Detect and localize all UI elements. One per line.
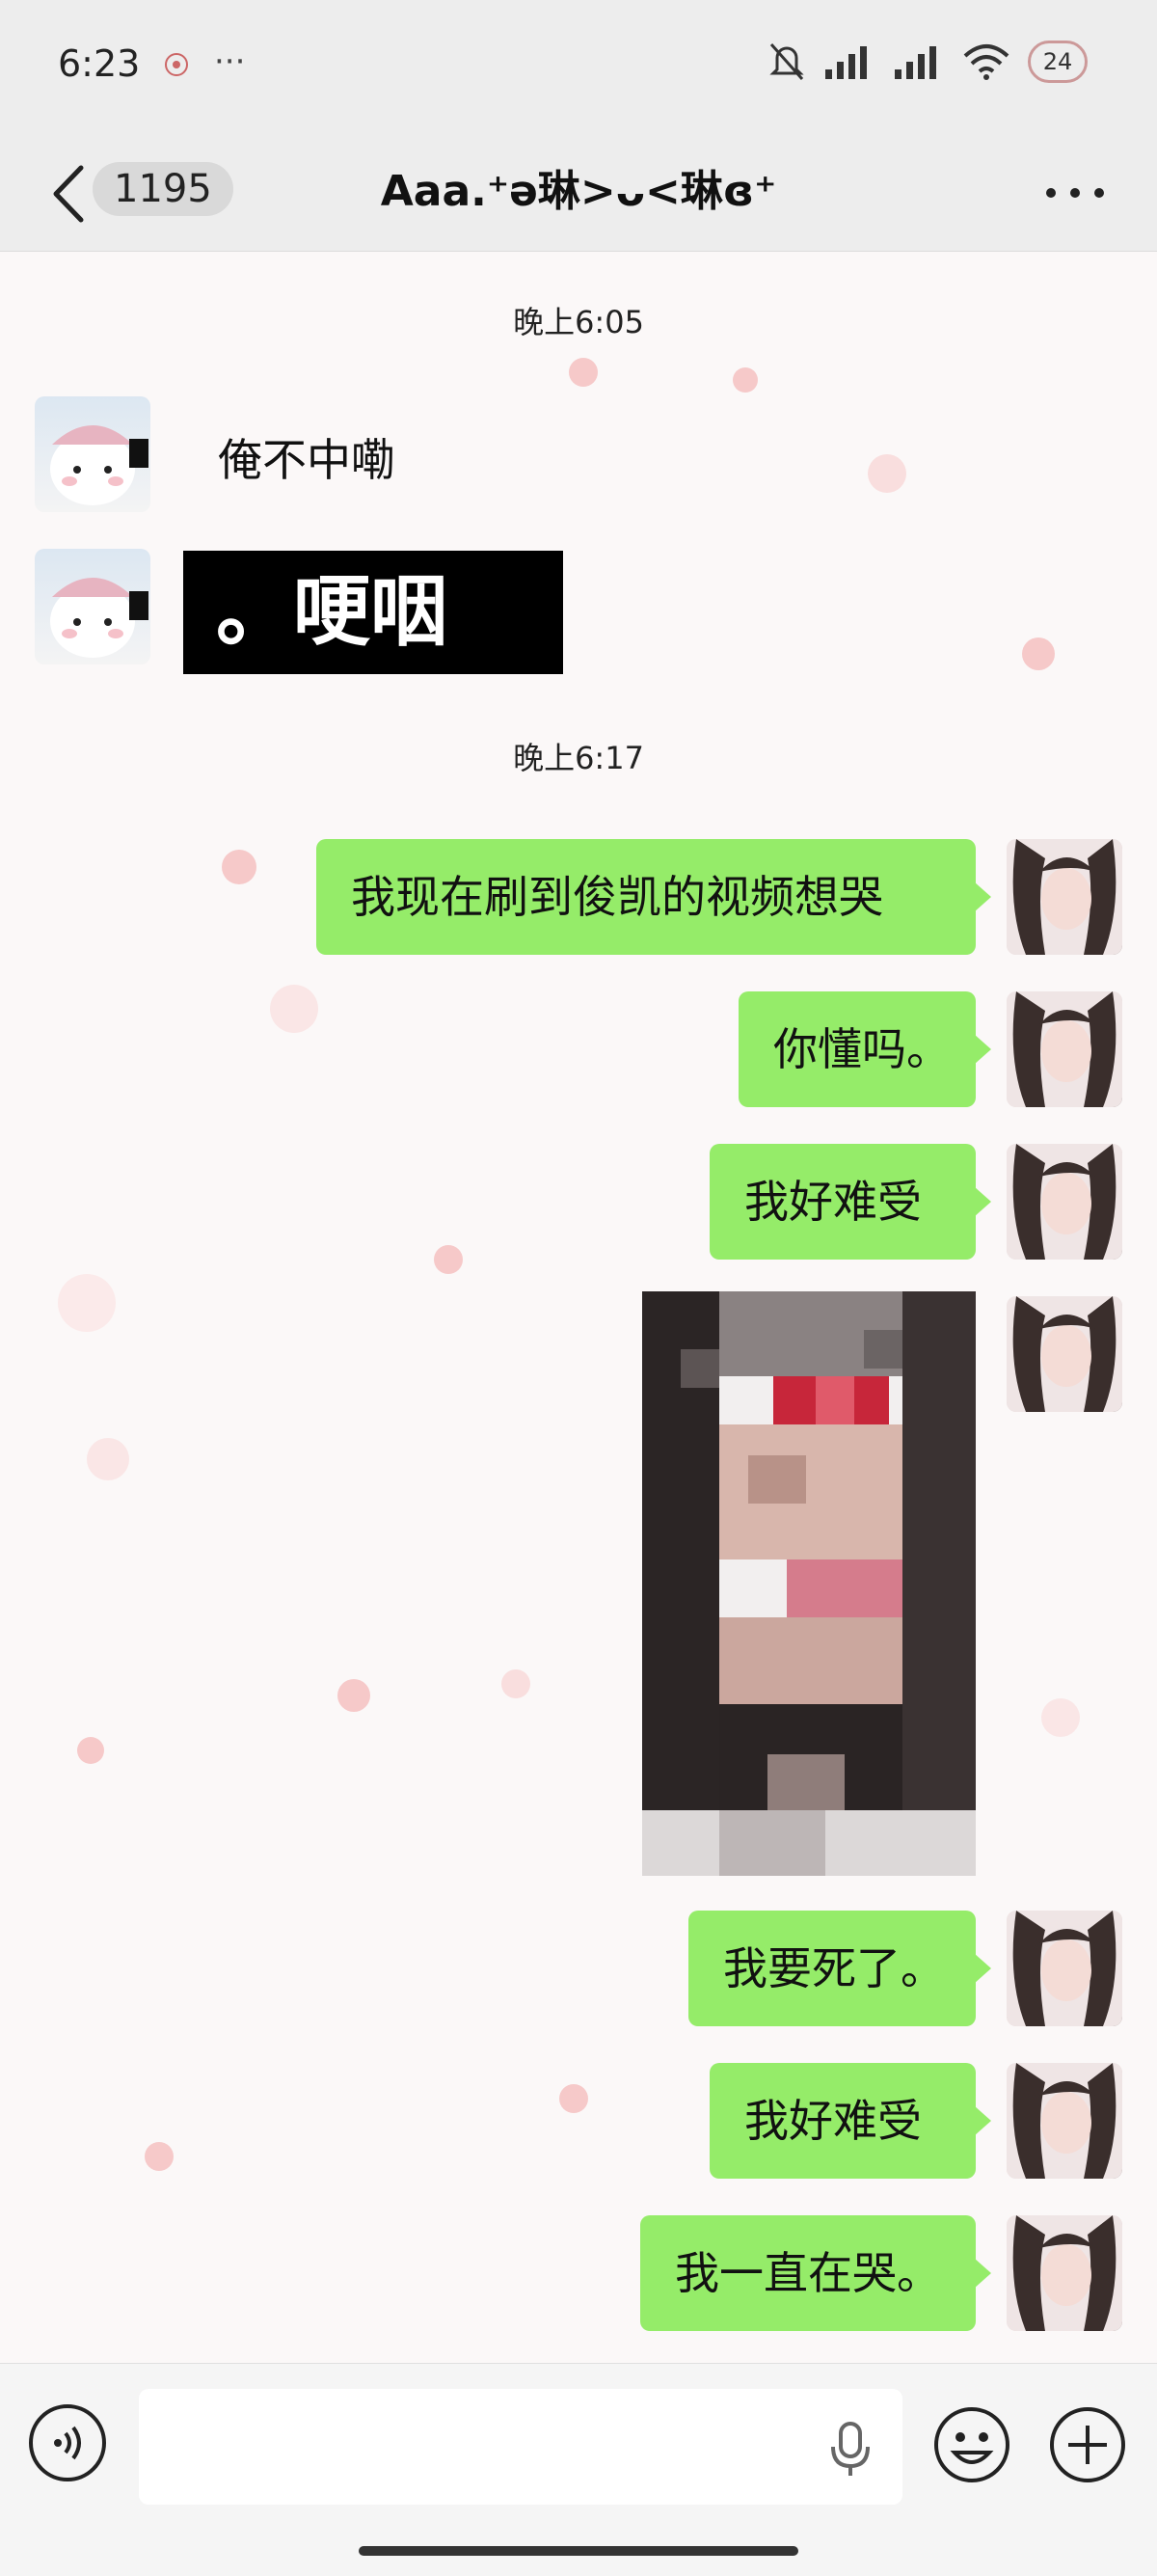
voice-icon[interactable] [29,2404,106,2481]
wallpaper-dot [868,454,906,493]
back-chevron-icon[interactable] [42,160,100,228]
user-avatar[interactable] [1007,991,1122,1107]
wallpaper-dot [77,1737,104,1764]
message-timestamp: 晚上6:17 [513,740,644,776]
wallpaper-dot [270,985,318,1033]
wallpaper-dot [569,358,598,387]
sent-message[interactable]: 我好难受 [710,2063,991,2179]
battery-indicator: 24 [1028,41,1088,83]
more-options-icon[interactable] [1041,174,1109,212]
signal-icon-2 [895,46,936,79]
wallpaper-dot [559,2084,588,2113]
message-timestamp: 晚上6:05 [513,304,644,340]
message-text[interactable]: 俺不中嘞 [218,425,395,489]
user-avatar[interactable] [1007,1911,1122,2026]
contact-avatar[interactable] [35,396,150,512]
message-input[interactable] [139,2389,902,2505]
wallpaper-dot [337,1679,370,1712]
status-icons: 24 [767,41,1088,83]
wallpaper-dot [222,850,256,884]
user-avatar[interactable] [1007,1296,1122,1412]
plus-icon[interactable] [1047,2404,1128,2485]
wallpaper-dot [434,1245,463,1274]
status-more-dots: ··· [214,42,246,81]
wallpaper-dot [1022,637,1055,670]
wallpaper-dot [58,1274,116,1332]
status-time: 6:23 [58,42,141,85]
unread-count-badge[interactable]: 1195 [93,162,233,216]
sent-message[interactable]: 你懂吗。 [739,991,991,1107]
chat-header: 1195 Aaa.⁺ə琳>ᴗ<琳ɞ⁺ [0,135,1157,252]
mic-icon[interactable] [827,2420,874,2478]
wallpaper-dot [501,1669,530,1698]
home-indicator[interactable] [359,2546,798,2556]
chat-area[interactable]: 晚上6:05 俺不中嘞 。哽咽 晚上6:17 我现在刷到俊凯的视频想哭 你懂吗。… [0,252,1157,2363]
sent-message[interactable]: 我要死了。 [688,1911,991,2026]
user-avatar[interactable] [1007,2215,1122,2331]
emoji-icon[interactable] [931,2404,1012,2485]
image-message[interactable] [642,1291,976,1876]
user-avatar[interactable] [1007,839,1122,955]
sticker-message[interactable]: 。哽咽 [183,551,563,674]
mute-bell-icon [769,43,804,80]
sent-message[interactable]: 我好难受 [710,1144,991,1260]
input-bar [0,2363,1157,2576]
wallpaper-dot [1041,1698,1080,1737]
wallpaper-dot [87,1438,129,1480]
wifi-icon [963,44,1009,80]
app-notification-icon [164,52,189,84]
wallpaper-dot [145,2142,174,2171]
status-bar: 6:23 ··· 24 [0,0,1157,135]
sent-message[interactable]: 我一直在哭。 [640,2215,991,2331]
user-avatar[interactable] [1007,2063,1122,2179]
sent-message[interactable]: 我现在刷到俊凯的视频想哭 [316,839,991,955]
user-avatar[interactable] [1007,1144,1122,1260]
wallpaper-dot [733,367,758,393]
chat-title: Aaa.⁺ə琳>ᴗ<琳ɞ⁺ [380,167,777,216]
signal-icon-1 [825,46,867,79]
contact-avatar[interactable] [35,549,150,664]
